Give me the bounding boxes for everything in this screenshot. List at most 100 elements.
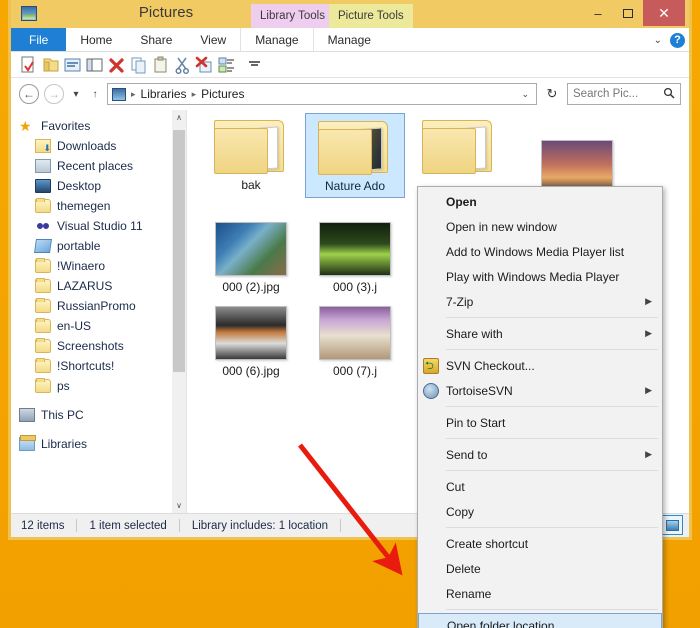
list-item[interactable]: 000 (2).jpg: [201, 222, 301, 294]
image-thumbnail: [215, 222, 287, 276]
cut-icon[interactable]: [173, 56, 192, 74]
remove-properties-icon[interactable]: [195, 56, 214, 74]
minimize-button[interactable]: –: [583, 0, 613, 26]
breadcrumb-libraries[interactable]: Libraries: [141, 87, 187, 101]
menu-item-svn-checkout[interactable]: SVN Checkout...: [418, 353, 662, 378]
scroll-up-button[interactable]: ∧: [172, 110, 186, 125]
list-view-icon[interactable]: [217, 56, 236, 74]
menu-item-rename[interactable]: Rename: [418, 581, 662, 606]
sidebar-item-winaero[interactable]: !Winaero: [11, 256, 186, 276]
menu-separator: [446, 317, 658, 318]
panes-icon[interactable]: [85, 56, 104, 74]
tab-share[interactable]: Share: [126, 28, 186, 51]
menu-item-delete[interactable]: Delete: [418, 556, 662, 581]
sidebar-item-themegen[interactable]: themegen: [11, 196, 186, 216]
menu-item-label: Open: [446, 194, 477, 209]
menu-item-label: TortoiseSVN: [446, 383, 513, 398]
tab-manage-picture[interactable]: Manage: [312, 28, 385, 51]
folder-icon: [318, 117, 392, 175]
scrollbar-thumb[interactable]: [173, 130, 185, 372]
sidebar-item-visual-studio-11[interactable]: Visual Studio 11: [11, 216, 186, 236]
menu-item-send-to[interactable]: Send to ▶: [418, 442, 662, 467]
search-input[interactable]: Search Pic...: [567, 83, 681, 105]
forward-button[interactable]: →: [44, 84, 64, 104]
up-arrow-icon: ↑: [92, 88, 98, 100]
sidebar-item-screenshots[interactable]: Screenshots: [11, 336, 186, 356]
menu-item-open-in-new-window[interactable]: Open in new window: [418, 214, 662, 239]
large-icons-view-button[interactable]: [661, 515, 683, 535]
status-divider: [340, 519, 341, 532]
tab-file[interactable]: File: [11, 28, 67, 51]
list-item[interactable]: [409, 116, 509, 178]
desktop-icon: [35, 179, 51, 193]
sidebar-item-favorites[interactable]: ★ Favorites: [11, 116, 186, 136]
menu-item-open[interactable]: Open: [418, 189, 662, 214]
sidebar-item-ps[interactable]: ps: [11, 376, 186, 396]
menu-item-create-shortcut[interactable]: Create shortcut: [418, 531, 662, 556]
tab-view[interactable]: View: [186, 28, 240, 51]
list-item-label: 000 (6).jpg: [222, 364, 280, 378]
sidebar-item-libraries[interactable]: Libraries: [11, 434, 186, 454]
up-button[interactable]: ↑: [88, 89, 102, 100]
menu-item-pin-to-start[interactable]: Pin to Start: [418, 410, 662, 435]
menu-item-open-folder-location[interactable]: Open folder location: [418, 613, 662, 628]
paste-icon[interactable]: [151, 56, 170, 74]
tab-home[interactable]: Home: [66, 28, 126, 51]
contextual-tab-library-tools[interactable]: Library Tools: [251, 4, 334, 28]
sidebar-item-shortcuts[interactable]: !Shortcuts!: [11, 356, 186, 376]
sidebar-item-desktop[interactable]: Desktop: [11, 176, 186, 196]
visual-studio-icon: [35, 219, 51, 233]
image-thumbnail: [319, 222, 391, 276]
recent-locations-button[interactable]: ▾: [69, 89, 83, 100]
menu-item-7-zip[interactable]: 7-Zip ▶: [418, 289, 662, 314]
blue-folder-icon: [34, 239, 52, 253]
sidebar-item-this-pc[interactable]: This PC: [11, 405, 186, 425]
breadcrumb-pictures[interactable]: Pictures: [201, 87, 244, 101]
sidebar-item-recent-places[interactable]: Recent places: [11, 156, 186, 176]
list-item[interactable]: bak: [201, 116, 301, 192]
folder-icon: [35, 338, 51, 353]
customize-dropdown-icon[interactable]: [245, 56, 264, 74]
new-item-icon[interactable]: [19, 56, 38, 74]
contextual-tab-picture-tools[interactable]: Picture Tools: [329, 4, 413, 28]
tab-label: Home: [80, 32, 113, 47]
list-item[interactable]: 000 (6).jpg: [201, 306, 301, 378]
sidebar-item-downloads[interactable]: Downloads: [11, 136, 186, 156]
sidebar-item-en-us[interactable]: en-US: [11, 316, 186, 336]
menu-item-cut[interactable]: Cut: [418, 474, 662, 499]
address-dropdown-icon[interactable]: ⌄: [521, 89, 532, 100]
chevron-down-icon[interactable]: ⌄: [654, 35, 662, 46]
help-icon[interactable]: ?: [670, 32, 685, 48]
back-button[interactable]: ←: [19, 84, 39, 104]
list-item[interactable]: Nature Ado: [305, 113, 405, 198]
delete-icon[interactable]: [107, 56, 126, 74]
navigation-pane-scrollbar[interactable]: ∧ ∨: [172, 110, 186, 513]
maximize-button[interactable]: [613, 0, 643, 26]
sidebar-item-russianpromo[interactable]: RussianPromo: [11, 296, 186, 316]
list-item[interactable]: 000 (7).j: [305, 306, 405, 378]
menu-item-copy[interactable]: Copy: [418, 499, 662, 524]
copy-icon[interactable]: [129, 56, 148, 74]
scroll-down-button[interactable]: ∨: [172, 498, 186, 513]
sidebar-item-label: Screenshots: [57, 339, 124, 353]
menu-item-play-with-wmp[interactable]: Play with Windows Media Player: [418, 264, 662, 289]
sidebar-item-lazarus[interactable]: LAZARUS: [11, 276, 186, 296]
close-icon: ✕: [658, 4, 670, 21]
list-item[interactable]: 000 (3).j: [305, 222, 405, 294]
address-input[interactable]: ▸ Libraries ▸ Pictures ⌄: [107, 83, 537, 105]
libraries-icon: [19, 435, 36, 451]
properties-icon[interactable]: [63, 56, 82, 74]
svn-checkout-icon: [423, 357, 439, 376]
menu-item-share-with[interactable]: Share with ▶: [418, 321, 662, 346]
recent-places-icon: [35, 159, 51, 173]
refresh-button[interactable]: ↻: [542, 86, 562, 102]
open-folder-icon[interactable]: [41, 56, 60, 74]
list-item-label: 000 (7).j: [332, 364, 378, 378]
sidebar-item-portable[interactable]: portable: [11, 236, 186, 256]
tab-manage-library[interactable]: Manage: [240, 28, 312, 51]
folder-icon: [35, 298, 51, 313]
close-button[interactable]: ✕: [643, 0, 685, 26]
sidebar-item-label: Desktop: [57, 179, 102, 193]
menu-item-add-to-wmp-list[interactable]: Add to Windows Media Player list: [418, 239, 662, 264]
menu-item-tortoisesvn[interactable]: TortoiseSVN ▶: [418, 378, 662, 403]
